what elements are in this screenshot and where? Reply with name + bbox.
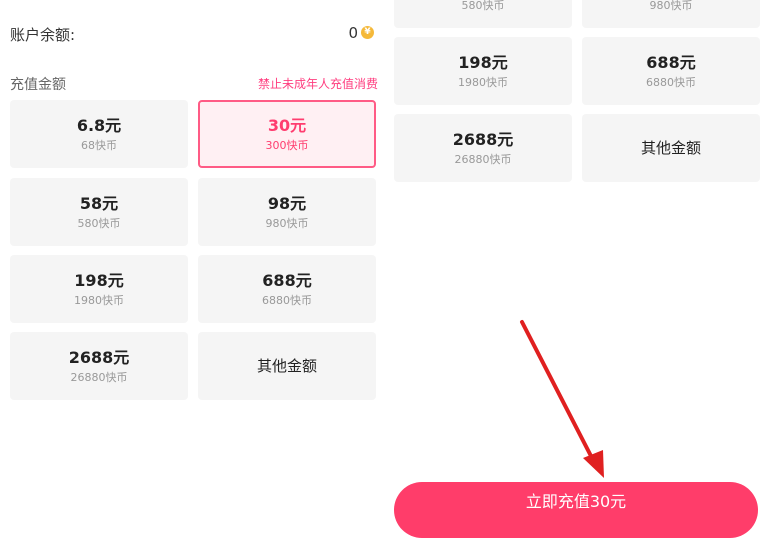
annotation-arrow xyxy=(520,320,604,478)
